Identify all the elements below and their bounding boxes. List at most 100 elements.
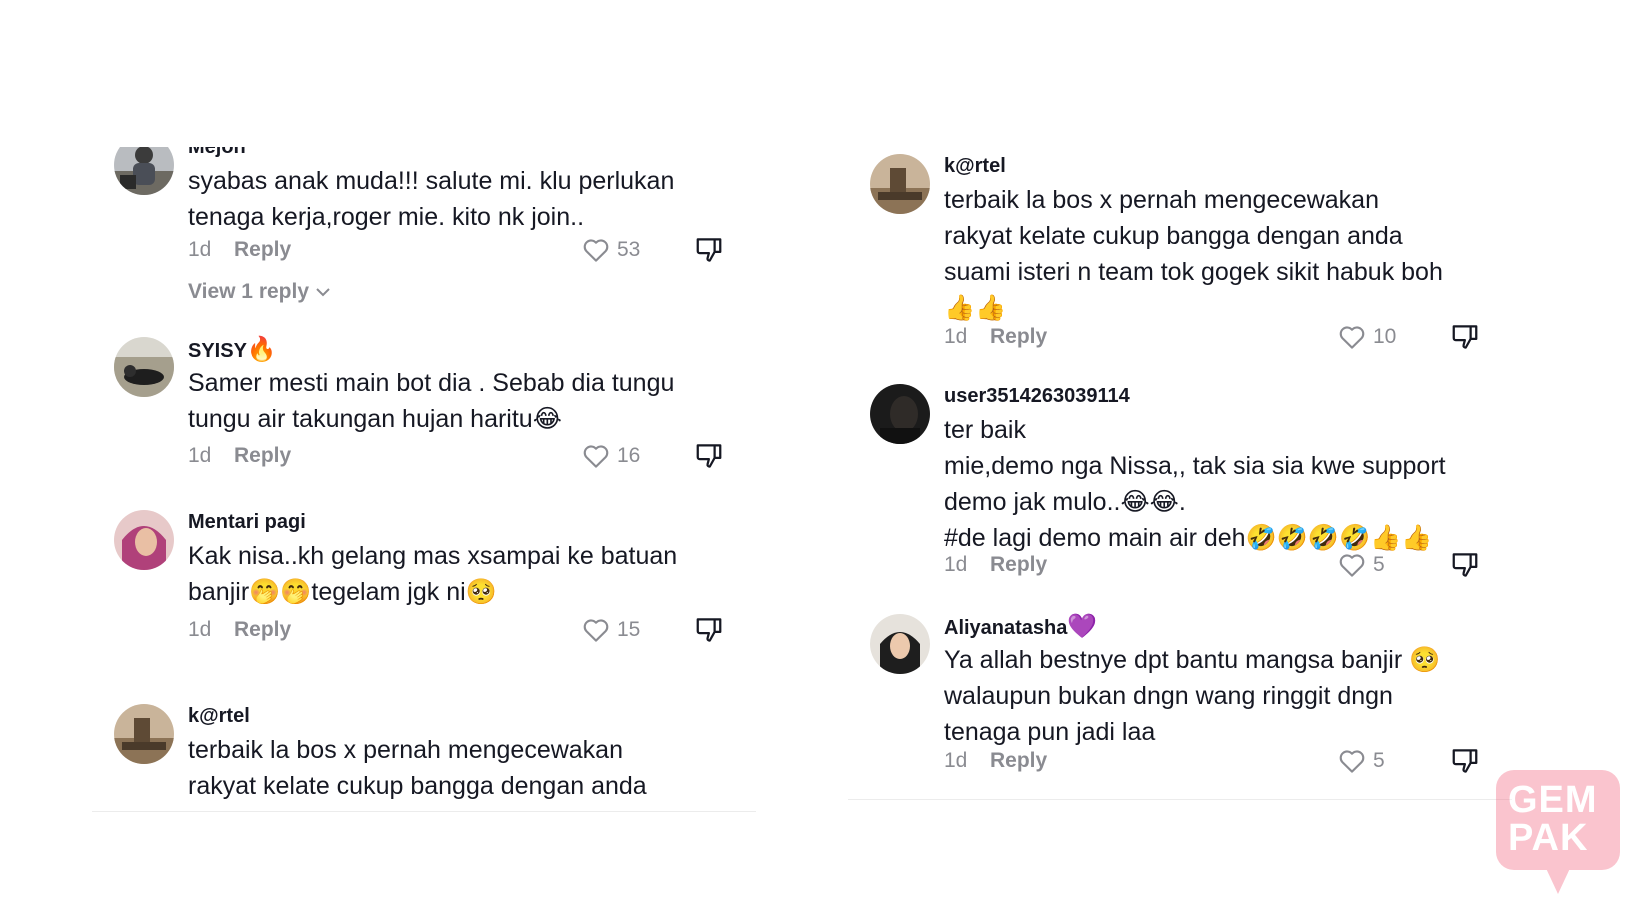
comment-text-line: ter baik [944, 416, 1026, 444]
comment-text-line: terbaik la bos x pernah mengecewakan [188, 736, 623, 764]
heart-icon [583, 619, 609, 642]
comment-actions: 1d Reply 5 [944, 550, 1504, 580]
avatar[interactable] [870, 614, 930, 674]
thumbs-down-icon [1452, 325, 1478, 349]
comment-text-line: Ya allah bestnye dpt bantu mangsa banjir… [944, 646, 1441, 674]
view-replies-button[interactable]: View 1 reply [188, 280, 333, 304]
dislike-button[interactable] [1450, 322, 1480, 352]
comment-actions: 1d Reply 16 [188, 441, 748, 471]
like-count: 53 [617, 238, 641, 261]
comment-text-line: walaupun bukan dngn wang ringgit dngn [944, 682, 1393, 710]
comment-text-line: Kak nisa..kh gelang mas xsampai ke batua… [188, 542, 678, 570]
comment-text-line: suami isteri n team tok gogek sikit habu… [944, 258, 1443, 286]
logo-text-line1: GEM [1508, 779, 1598, 821]
reply-button[interactable]: Reply [234, 238, 291, 262]
comments-panel-right: k@rtel terbaik la bos x pernah mengecewa… [848, 152, 1512, 800]
username-text: SYISY [188, 340, 247, 362]
avatar[interactable] [114, 704, 174, 764]
like-button[interactable]: 5 [1337, 746, 1427, 776]
like-button[interactable]: 5 [1337, 550, 1427, 580]
purple-heart-emoji: 💜 [1067, 612, 1098, 640]
like-button[interactable]: 10 [1337, 322, 1427, 352]
avatar[interactable] [870, 154, 930, 214]
reply-button[interactable]: Reply [234, 444, 291, 468]
comment-time: 1d [944, 749, 968, 772]
comment-text-line: demo jak mulo..😂😂. [944, 488, 1186, 516]
comment-text-line: mie,demo nga Nissa,, tak sia sia kwe sup… [944, 452, 1446, 480]
comment-text-line: tungu air takungan hujan haritu😂 [188, 405, 562, 433]
comment-time: 1d [944, 325, 968, 348]
comment-text: Samer mesti main bot dia . Sebab dia tun… [188, 365, 728, 437]
thumbs-down-icon [696, 444, 722, 468]
comment-item: SYISY🔥 Samer mesti main bot dia . Sebab … [92, 337, 756, 477]
dislike-button[interactable] [694, 235, 724, 265]
comment-text-line: Samer mesti main bot dia . Sebab dia tun… [188, 369, 675, 397]
comment-text-line: rakyat kelate cukup bangga dengan anda [944, 222, 1403, 250]
avatar[interactable] [114, 337, 174, 397]
like-button[interactable]: 15 [581, 615, 671, 645]
comment-time: 1d [944, 553, 968, 576]
dislike-button[interactable] [694, 615, 724, 645]
comment-item: user3514263039114 ter baik mie,demo nga … [848, 384, 1512, 584]
heart-icon [1339, 554, 1365, 577]
comment-actions: 1d Reply 15 [188, 615, 748, 645]
comment-text-line: tenaga kerja,roger mie. kito nk join.. [188, 203, 585, 231]
dislike-button[interactable] [1450, 550, 1480, 580]
comment-item: Mejon syabas anak muda!!! salute mi. klu… [92, 147, 756, 315]
comment-text: Ya allah bestnye dpt bantu mangsa banjir… [944, 642, 1484, 750]
comment-username[interactable]: user3514263039114 [944, 384, 1130, 408]
avatar[interactable] [870, 384, 930, 444]
avatar[interactable] [114, 510, 174, 570]
comment-actions: 1d Reply 53 [188, 235, 748, 265]
comment-text-line: syabas anak muda!!! salute mi. klu perlu… [188, 167, 675, 195]
like-count: 16 [617, 444, 641, 467]
comment-text: Kak nisa..kh gelang mas xsampai ke batua… [188, 538, 728, 610]
chevron-down-icon [316, 288, 330, 297]
dislike-button[interactable] [1450, 746, 1480, 776]
comment-text-line: tenaga pun jadi laa [944, 718, 1156, 746]
comment-time: 1d [188, 618, 212, 641]
comment-text: ter baik mie,demo nga Nissa,, tak sia si… [944, 412, 1484, 556]
comment-username[interactable]: SYISY🔥 [188, 337, 277, 363]
dislike-button[interactable] [694, 441, 724, 471]
reply-button[interactable]: Reply [990, 749, 1047, 773]
comment-time: 1d [188, 238, 212, 261]
reply-button[interactable]: Reply [234, 618, 291, 642]
thumbs-down-icon [696, 618, 722, 642]
comments-panel-left: Mejon syabas anak muda!!! salute mi. klu… [92, 147, 756, 812]
like-count: 10 [1373, 325, 1397, 348]
comment-username[interactable]: Mejon [188, 147, 246, 159]
heart-icon [583, 239, 609, 262]
heart-icon [1339, 326, 1365, 349]
like-count: 15 [617, 618, 641, 641]
thumbs-down-icon [696, 238, 722, 262]
comment-item: k@rtel terbaik la bos x pernah mengecewa… [848, 154, 1512, 354]
fire-emoji: 🔥 [246, 335, 277, 363]
like-button[interactable]: 53 [581, 235, 671, 265]
thumbs-down-icon [1452, 749, 1478, 773]
avatar[interactable] [114, 147, 174, 195]
gempak-watermark-logo: GEM PAK [1496, 770, 1620, 900]
logo-text-line2: PAK [1508, 817, 1589, 859]
comment-username[interactable]: Mentari pagi [188, 510, 306, 534]
username-text: Aliyanatasha [944, 617, 1068, 639]
comment-actions: 1d Reply 5 [944, 746, 1504, 776]
comment-text-line: banjir🤭🤭tegelam jgk ni🥺 [188, 578, 497, 606]
comment-item: k@rtel terbaik la bos x pernah mengecewa… [92, 704, 756, 811]
like-count: 5 [1373, 553, 1385, 576]
speech-bubble-tail [1544, 864, 1572, 894]
like-count: 5 [1373, 749, 1385, 772]
reply-button[interactable]: Reply [990, 325, 1047, 349]
comment-text-line: rakyat kelate cukup bangga dengan anda [188, 772, 647, 800]
reply-button[interactable]: Reply [990, 553, 1047, 577]
comment-item: Mentari pagi Kak nisa..kh gelang mas xsa… [92, 510, 756, 650]
view-replies-label: View 1 reply [188, 280, 310, 303]
like-button[interactable]: 16 [581, 441, 671, 471]
comment-username[interactable]: k@rtel [188, 704, 250, 728]
comment-text: terbaik la bos x pernah mengecewakan rak… [188, 732, 728, 804]
comment-text-line: 👍👍 [944, 294, 1007, 322]
comment-username[interactable]: Aliyanatasha💜 [944, 614, 1097, 640]
comment-item: Aliyanatasha💜 Ya allah bestnye dpt bantu… [848, 614, 1512, 799]
comment-actions: 1d Reply 10 [944, 322, 1504, 352]
comment-username[interactable]: k@rtel [944, 154, 1006, 178]
